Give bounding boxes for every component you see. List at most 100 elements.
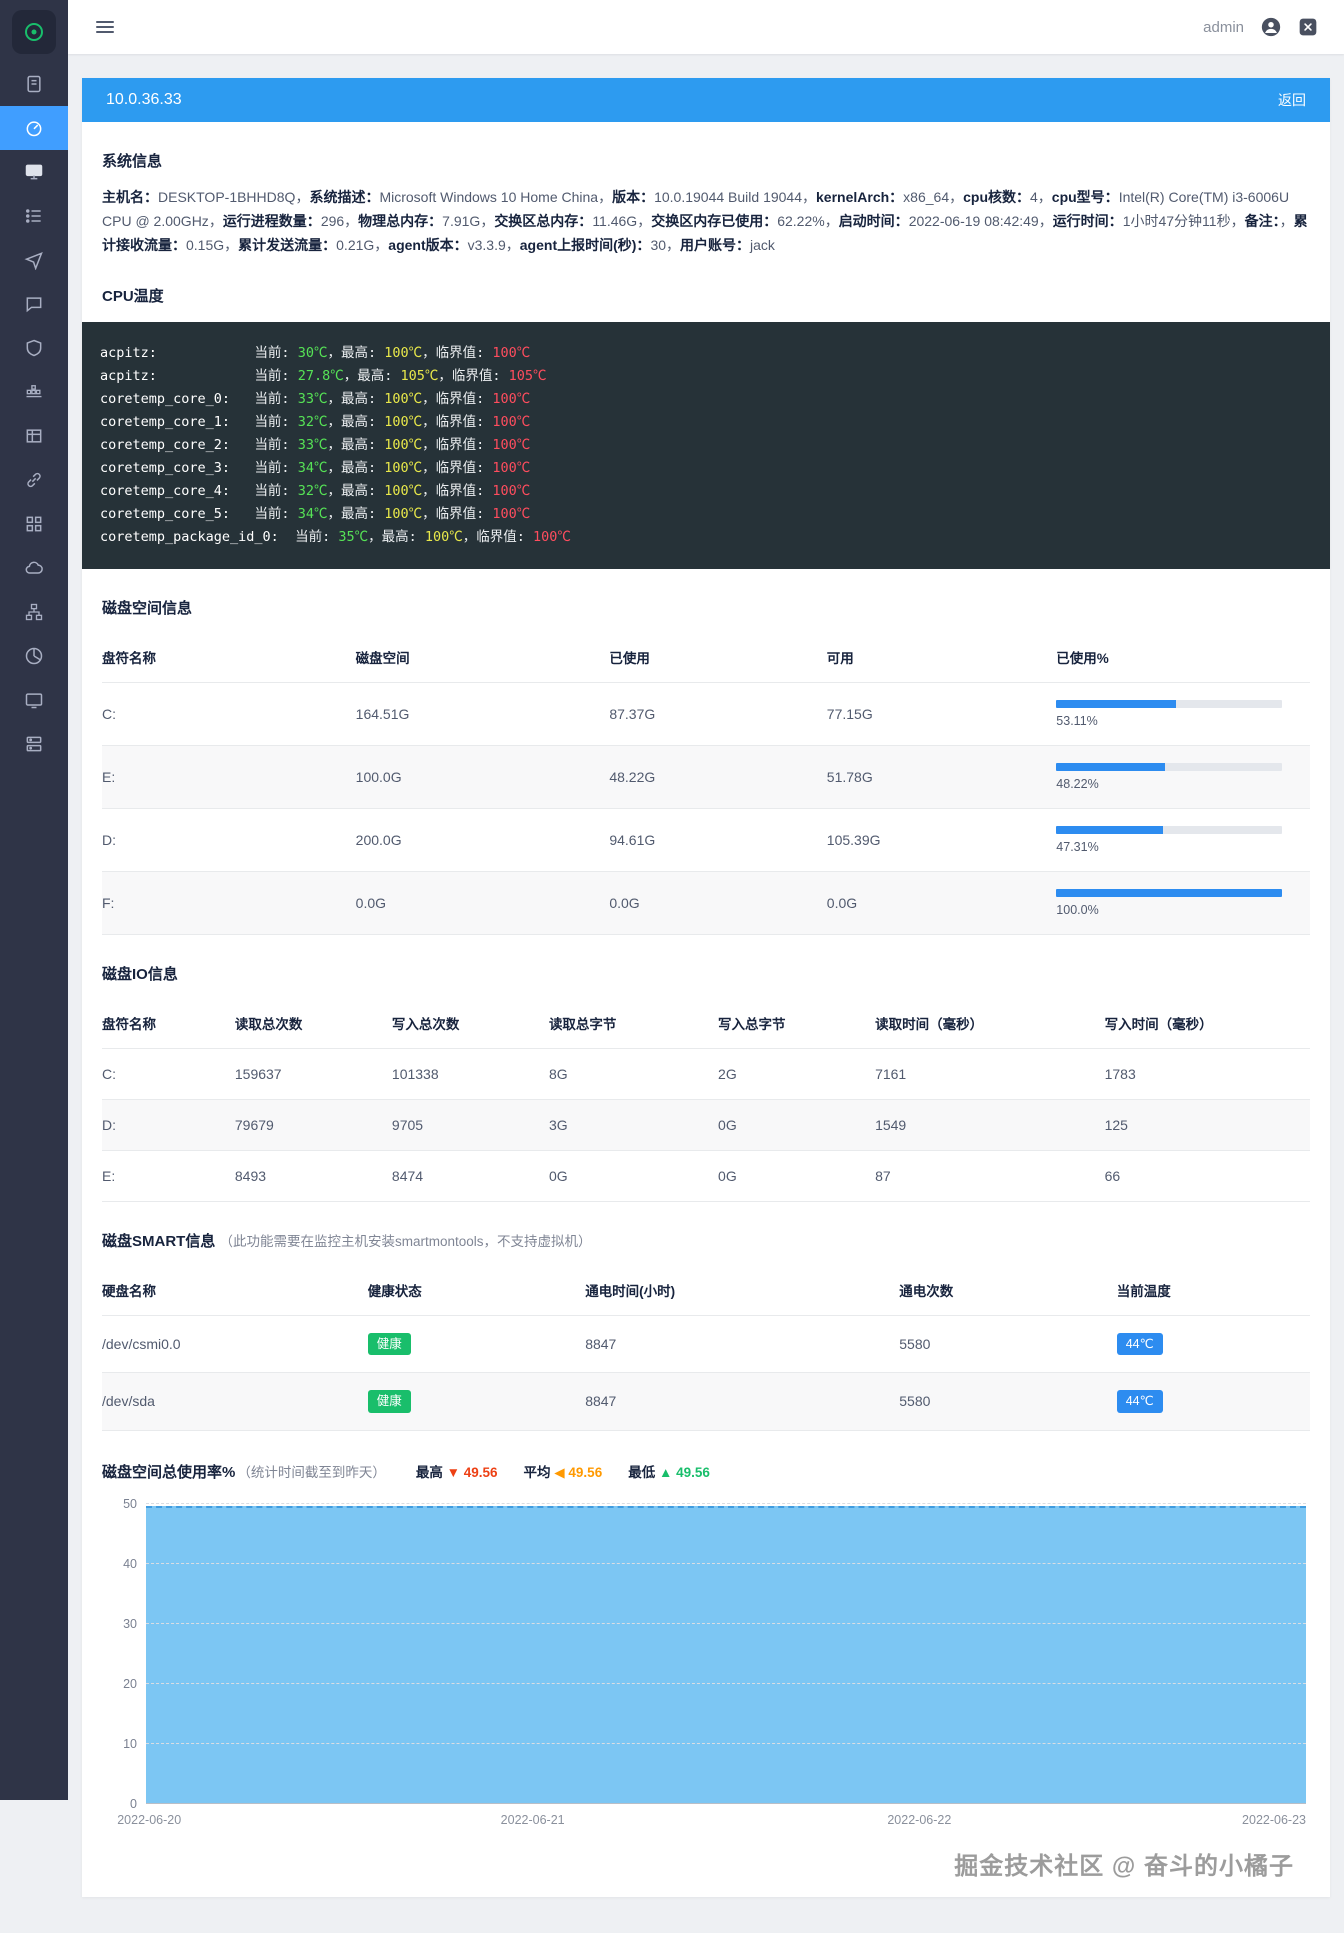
column-header: 已使用	[609, 632, 826, 683]
chart-gridline	[146, 1623, 1306, 1624]
y-axis-tick-label: 30	[107, 1617, 137, 1631]
chart-plot: 01020304050	[146, 1504, 1306, 1804]
user-avatar-icon[interactable]	[1260, 16, 1282, 38]
system-info-text: 主机名：DESKTOP-1BHHD8Q，系统描述：Microsoft Windo…	[102, 185, 1310, 257]
chart-gridline	[146, 1743, 1306, 1744]
chart-area-series	[146, 1506, 1306, 1803]
chart-subtitle: （统计时间截至到昨天）	[237, 1461, 386, 1481]
section-title-cpu-temp: CPU温度	[102, 285, 1310, 306]
shield-icon	[24, 338, 44, 358]
sidebar-item-task-list[interactable]	[0, 194, 68, 238]
health-badge: 健康	[368, 1390, 411, 1412]
disk-io-row: D:7967997053G0G1549125	[102, 1100, 1310, 1151]
temperature-badge: 44℃	[1117, 1333, 1163, 1355]
sidebar-item-link[interactable]	[0, 458, 68, 502]
drive-name: C:	[102, 683, 356, 746]
chart-header: 磁盘空间总使用率% （统计时间截至到昨天） 最高 ▼ 49.56平均 ◀ 49.…	[102, 1461, 1310, 1482]
y-axis-tick-label: 40	[107, 1557, 137, 1571]
column-header: 写入总次数	[392, 998, 549, 1049]
sidebar-item-cloud[interactable]	[0, 546, 68, 590]
cpu-temp-console: acpitz: 当前: 30℃，最高: 100℃，临界值: 100℃acpitz…	[82, 322, 1330, 569]
disk-io-row: E:849384740G0G8766	[102, 1151, 1310, 1202]
gauge-icon	[24, 118, 44, 138]
topology-icon	[24, 602, 44, 622]
y-axis-tick-label: 50	[107, 1497, 137, 1511]
x-axis-tick-label: 2022-06-20	[117, 1813, 181, 1827]
app-logo[interactable]	[12, 10, 56, 54]
column-header: 读取总次数	[235, 998, 392, 1049]
sidebar-item-docker[interactable]	[0, 370, 68, 414]
chart-stat: 最高 ▼ 49.56	[416, 1465, 498, 1480]
book-icon	[24, 74, 44, 94]
smart-header-row: 硬盘名称健康状态通电时间(小时)通电次数当前温度	[102, 1265, 1310, 1316]
cpu-temp-line: acpitz: 当前: 27.8℃，最高: 105℃，临界值: 105℃	[100, 365, 1312, 388]
back-button[interactable]: 返回	[1278, 90, 1306, 110]
table-icon	[24, 426, 44, 446]
cpu-temp-line: coretemp_core_4: 当前: 32℃，最高: 100℃，临界值: 1…	[100, 480, 1312, 503]
usage-progressbar	[1056, 700, 1282, 708]
host-ip: 10.0.36.33	[106, 91, 182, 109]
smart-subtitle: （此功能需要在监控主机安装smartmontools，不支持虚拟机）	[220, 1234, 592, 1249]
sidebar-item-overview[interactable]	[0, 62, 68, 106]
disk-io-table: 盘符名称读取总次数写入总次数读取总字节写入总字节读取时间（毫秒）写入时间（毫秒）…	[102, 998, 1310, 1202]
sidebar-item-message[interactable]	[0, 282, 68, 326]
section-title-smart: 磁盘SMART信息 （此功能需要在监控主机安装smartmontools，不支持…	[102, 1230, 1310, 1251]
column-header: 硬盘名称	[102, 1265, 368, 1316]
cpu-temp-line: coretemp_core_1: 当前: 32℃，最高: 100℃，临界值: 1…	[100, 411, 1312, 434]
cpu-temp-line: coretemp_core_5: 当前: 34℃，最高: 100℃，临界值: 1…	[100, 503, 1312, 526]
sidebar-item-send[interactable]	[0, 238, 68, 282]
sidebar-item-pie[interactable]	[0, 634, 68, 678]
smart-title: 磁盘SMART信息	[102, 1233, 215, 1250]
usage-progressbar	[1056, 889, 1282, 897]
sidebar-item-host-monitor[interactable]	[0, 150, 68, 194]
host-detail-panel: 10.0.36.33 返回 系统信息 主机名：DESKTOP-1BHHD8Q，系…	[82, 78, 1330, 1897]
menu-toggle-icon[interactable]	[94, 12, 116, 42]
sidebar-item-table[interactable]	[0, 414, 68, 458]
docker-icon	[24, 382, 44, 402]
apps-grid-icon	[24, 514, 44, 534]
cpu-temp-line: acpitz: 当前: 30℃，最高: 100℃，临界值: 100℃	[100, 342, 1312, 365]
username[interactable]: admin	[1203, 19, 1244, 36]
sidebar-item-dashboard[interactable]	[0, 106, 68, 150]
chart-gridline	[146, 1503, 1306, 1504]
disk-device-name: /dev/sda	[102, 1373, 368, 1430]
column-header: 可用	[827, 632, 1057, 683]
disk-space-tbody: C: 164.51G 87.37G 77.15G 53.11% E: 100.0…	[102, 683, 1310, 935]
column-header: 盘符名称	[102, 998, 235, 1049]
column-header: 通电时间(小时)	[585, 1265, 899, 1316]
chart-x-labels: 2022-06-202022-06-212022-06-222022-06-23	[146, 1813, 1306, 1833]
smart-row: /dev/sda 健康 8847 5580 44℃	[102, 1373, 1310, 1430]
chart-stat: 平均 ◀ 49.56	[524, 1465, 603, 1480]
disk-io-header-row: 盘符名称读取总次数写入总次数读取总字节写入总字节读取时间（毫秒）写入时间（毫秒）	[102, 998, 1310, 1049]
usage-percent-label: 100.0%	[1056, 903, 1302, 917]
sidebar-item-topology[interactable]	[0, 590, 68, 634]
usage-percent-label: 47.31%	[1056, 840, 1302, 854]
column-header: 健康状态	[368, 1265, 585, 1316]
y-axis-tick-label: 10	[107, 1737, 137, 1751]
y-axis-tick-label: 20	[107, 1677, 137, 1691]
sidebar	[0, 0, 68, 1800]
column-header: 通电次数	[899, 1265, 1116, 1316]
sidebar-item-display[interactable]	[0, 678, 68, 722]
sidebar-item-security[interactable]	[0, 326, 68, 370]
x-axis-tick-label: 2022-06-23	[1242, 1813, 1306, 1827]
chat-icon	[24, 294, 44, 314]
disk-space-header-row: 盘符名称磁盘空间已使用可用已使用%	[102, 632, 1310, 683]
cpu-temp-line: coretemp_core_2: 当前: 33℃，最高: 100℃，临界值: 1…	[100, 434, 1312, 457]
host-header: 10.0.36.33 返回	[82, 78, 1330, 122]
usage-percent-label: 53.11%	[1056, 714, 1302, 728]
disk-io-tbody: C:1596371013388G2G71611783D:7967997053G0…	[102, 1049, 1310, 1202]
column-header: 当前温度	[1117, 1265, 1310, 1316]
chart-stat: 最低 ▲ 49.56	[628, 1465, 710, 1480]
server-stack-icon	[24, 734, 44, 754]
drive-name: F:	[102, 872, 356, 935]
task-list-icon	[24, 206, 44, 226]
logout-icon[interactable]	[1298, 17, 1318, 37]
cpu-temp-line: coretemp_core_0: 当前: 33℃，最高: 100℃，临界值: 1…	[100, 388, 1312, 411]
sidebar-item-apps[interactable]	[0, 502, 68, 546]
usage-progressbar	[1056, 763, 1282, 771]
x-axis-tick-label: 2022-06-21	[501, 1813, 565, 1827]
cpu-temp-line: coretemp_core_3: 当前: 34℃，最高: 100℃，临界值: 1…	[100, 457, 1312, 480]
sidebar-item-server[interactable]	[0, 722, 68, 766]
cpu-temp-line: coretemp_package_id_0: 当前: 35℃，最高: 100℃，…	[100, 526, 1312, 549]
